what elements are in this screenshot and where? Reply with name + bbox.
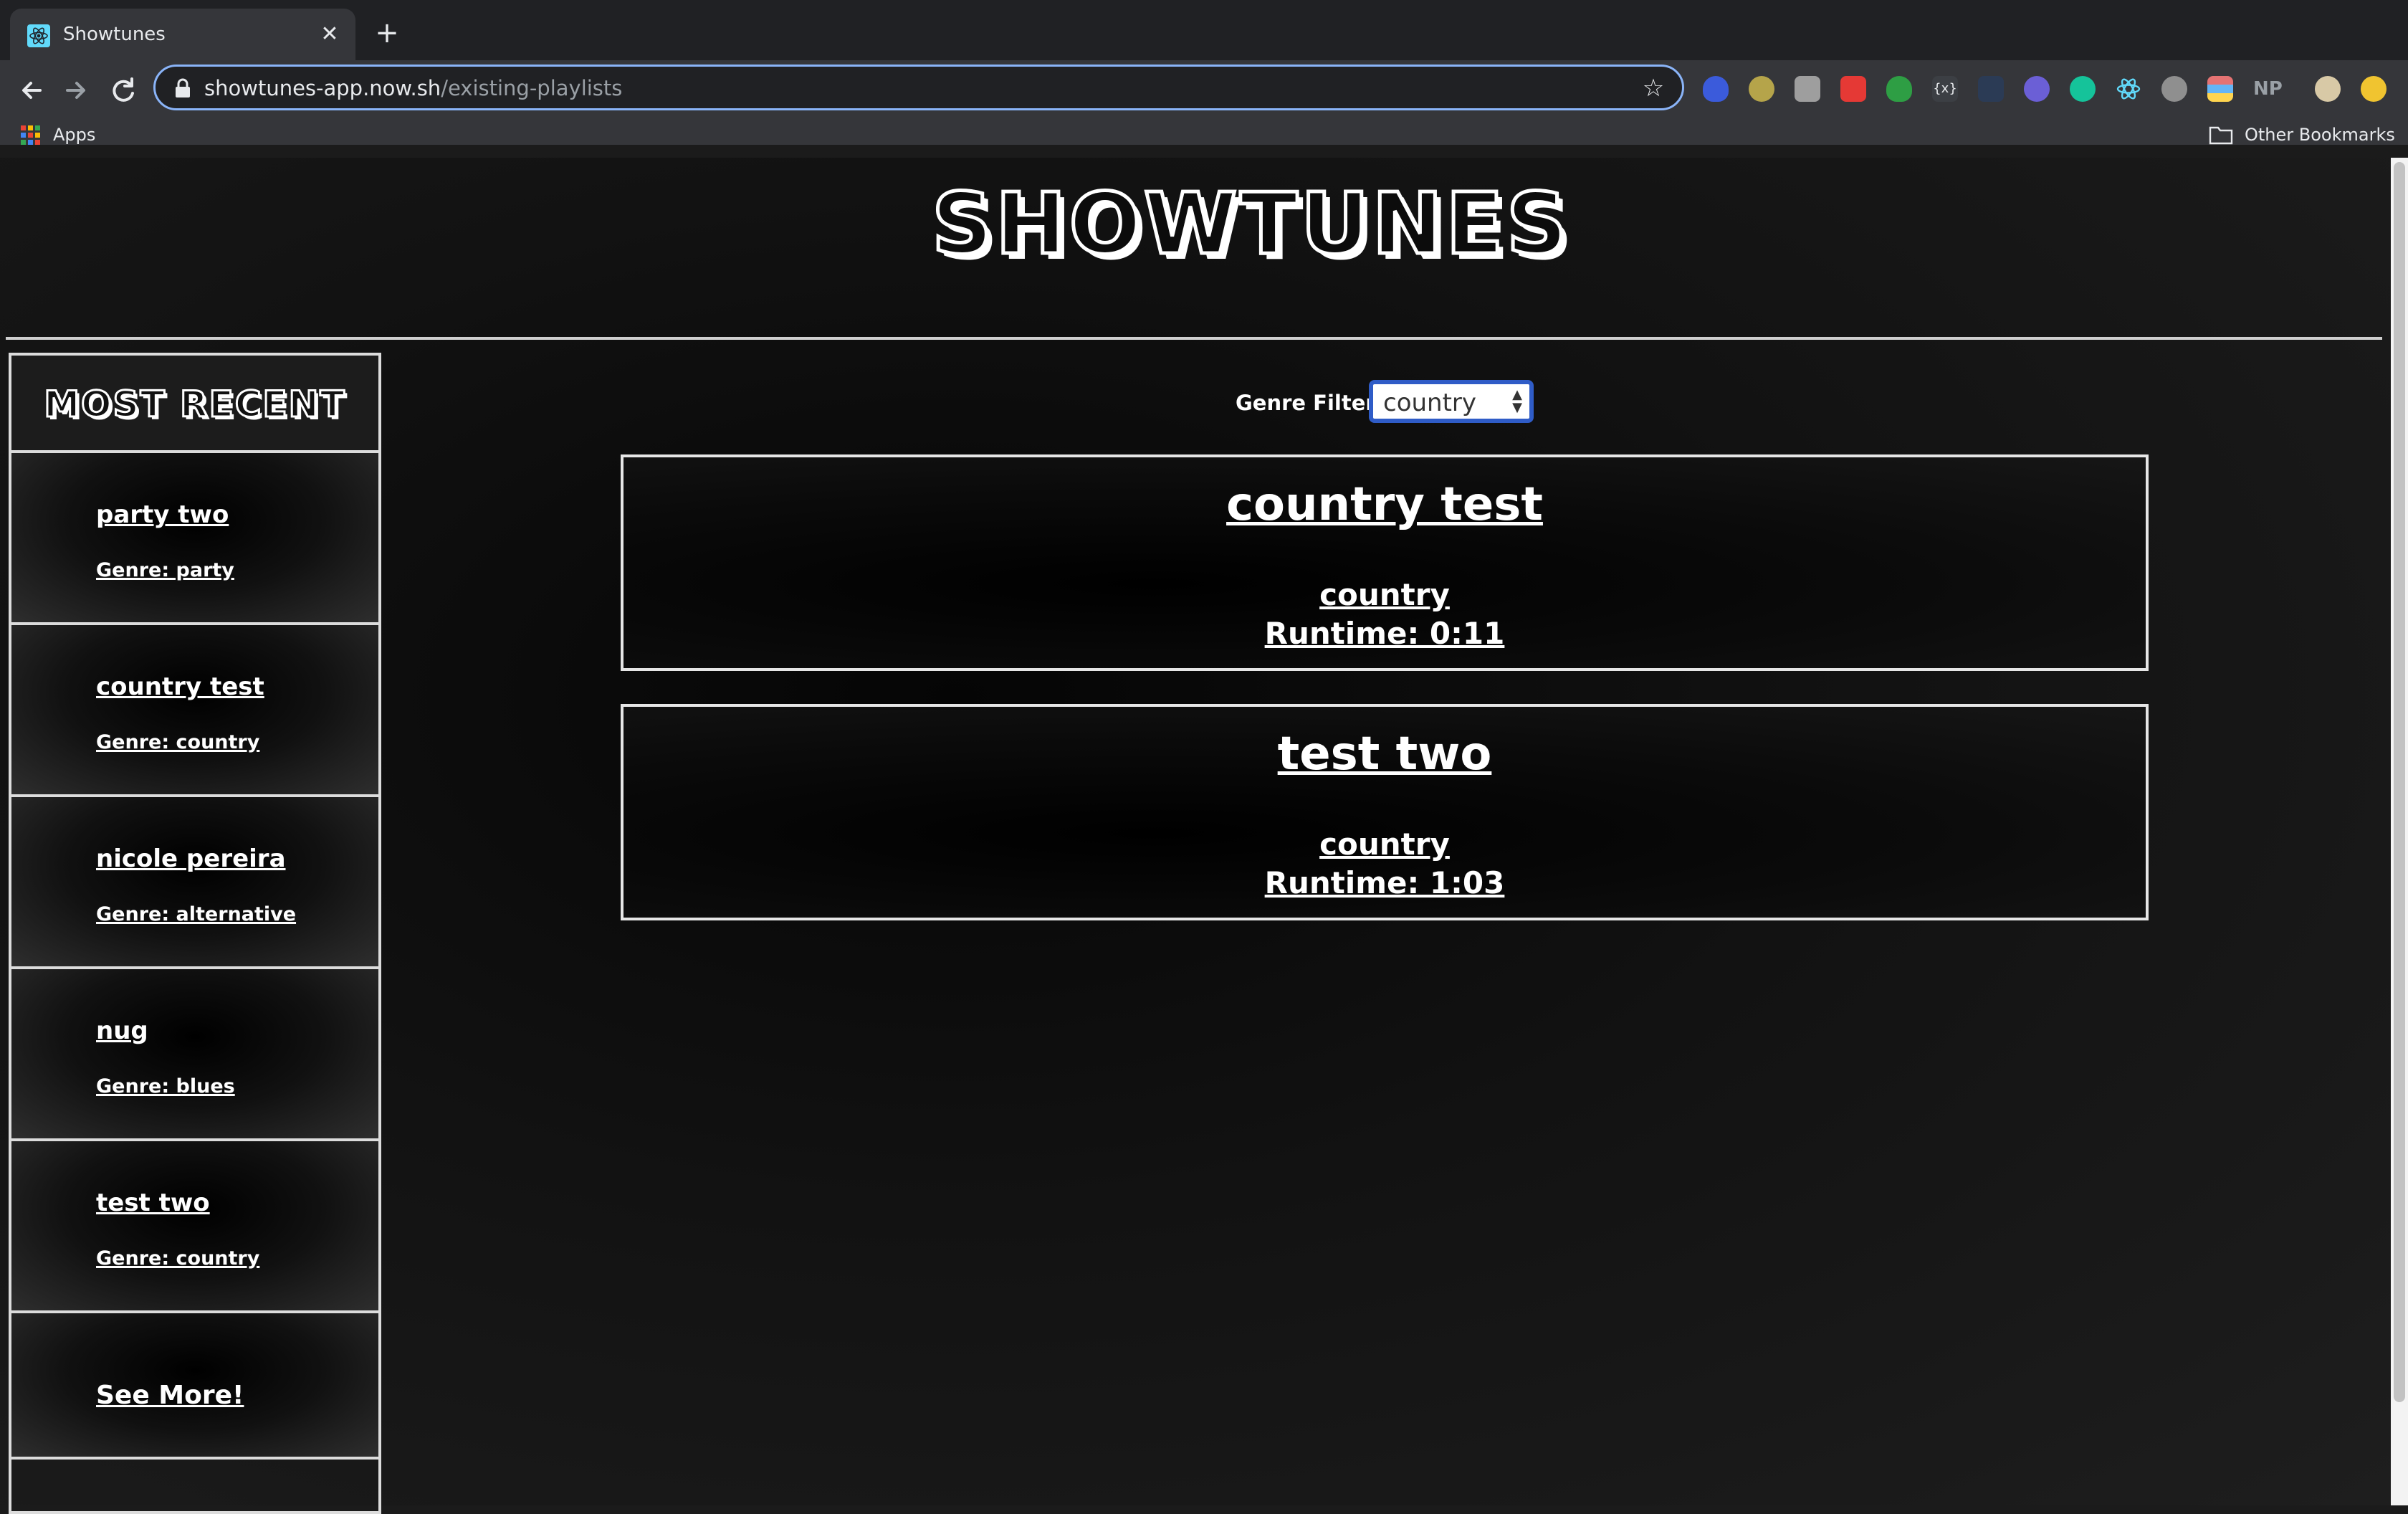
site-logo[interactable]: SHOWTUNES <box>930 173 1570 275</box>
playlist-title[interactable]: country test <box>624 476 2146 533</box>
sidebar-item[interactable]: nicole pereira Genre: alternative <box>11 797 378 969</box>
sidebar-item-genre[interactable]: Genre: country <box>96 1247 259 1270</box>
sidebar-title: MOST RECENT <box>11 356 378 453</box>
typography-ext-icon[interactable] <box>1978 76 2004 102</box>
playlist-runtime[interactable]: Runtime: 1:03 <box>624 865 2146 902</box>
page-scrollbar-thumb[interactable] <box>2394 162 2405 1402</box>
grammarly-ext-icon[interactable] <box>2070 76 2096 102</box>
url-text: showtunes-app.now.sh/existing-playlists <box>204 75 622 101</box>
sidebar-item[interactable]: party two Genre: party <box>11 453 378 625</box>
most-recent-sidebar: MOST RECENT party two Genre: party count… <box>9 353 381 1514</box>
playlist-runtime[interactable]: Runtime: 0:11 <box>624 615 2146 652</box>
puzzle-ext-icon[interactable] <box>1795 76 1820 102</box>
profile-avatar-icon[interactable] <box>2315 76 2341 102</box>
tab-title: Showtunes <box>63 24 166 45</box>
playlist-card[interactable]: test two country Runtime: 1:03 <box>621 704 2149 920</box>
pocket-ext-icon[interactable] <box>1840 76 1866 102</box>
playlist-genre[interactable]: country <box>624 826 2146 863</box>
colors-ext-icon[interactable] <box>2207 76 2233 102</box>
other-bookmarks[interactable]: Other Bookmarks <box>2245 120 2395 149</box>
tab-close-icon[interactable]: ✕ <box>315 20 344 49</box>
genre-filter-label: Genre Filter: <box>1236 391 1385 415</box>
address-bar[interactable]: showtunes-app.now.sh/existing-playlists … <box>153 65 1684 110</box>
np-ext-icon[interactable]: NP <box>2253 76 2283 102</box>
genre-filter-select[interactable]: country ▲ ▼ <box>1369 380 1534 423</box>
extension-update-icon[interactable] <box>2361 76 2386 102</box>
sidebar-item-genre[interactable]: Genre: country <box>96 731 259 753</box>
sidebar-item-genre[interactable]: Genre: alternative <box>96 903 296 925</box>
url-host: showtunes-app.now.sh <box>204 76 441 100</box>
browser-toolbar: showtunes-app.now.sh/existing-playlists … <box>0 60 2408 145</box>
ad-block-ext-icon[interactable] <box>1749 76 1774 102</box>
url-path: /existing-playlists <box>441 76 623 100</box>
folder-icon <box>2209 126 2233 145</box>
header-divider <box>6 337 2382 340</box>
back-arrow-icon[interactable] <box>10 69 53 112</box>
react-devtools-icon[interactable] <box>2116 76 2141 102</box>
apps-grid-icon[interactable] <box>20 125 42 146</box>
browser-tab[interactable]: Showtunes ✕ <box>10 9 355 60</box>
sidebar-item-name[interactable]: party two <box>96 500 229 529</box>
sidebar-item-name[interactable]: test two <box>96 1189 210 1217</box>
shield-ext-icon[interactable] <box>1703 76 1729 102</box>
check-shield-ext-icon[interactable] <box>1886 76 1912 102</box>
bookmark-apps[interactable]: Apps <box>53 120 95 149</box>
page-content: SHOWTUNES MOST RECENT party two Genre: p… <box>0 158 2391 1514</box>
sidebar-item[interactable]: nug Genre: blues <box>11 969 378 1141</box>
sidebar-item-genre[interactable]: Genre: blues <box>96 1075 235 1098</box>
see-more-item[interactable]: See More! <box>11 1313 378 1460</box>
browser-tab-strip: Showtunes ✕ + <box>0 0 2408 60</box>
bookmark-star-icon[interactable]: ☆ <box>1639 74 1668 103</box>
playlist-title[interactable]: test two <box>624 725 2146 783</box>
code-ext-icon[interactable]: {x} <box>1932 76 1958 102</box>
sidebar-item[interactable]: country test Genre: country <box>11 625 378 797</box>
sidebar-item-name[interactable]: nug <box>96 1017 148 1045</box>
playlist-card[interactable]: country test country Runtime: 0:11 <box>621 454 2149 671</box>
playlist-genre[interactable]: country <box>624 576 2146 614</box>
see-more-link[interactable]: See More! <box>96 1381 244 1410</box>
sidebar-item-genre[interactable]: Genre: party <box>96 559 234 581</box>
disable-ext-icon[interactable] <box>2024 76 2050 102</box>
genre-filter-value: country <box>1383 389 1477 417</box>
sidebar-item-name[interactable]: country test <box>96 672 264 701</box>
sidebar-item-name[interactable]: nicole pereira <box>96 844 286 873</box>
reload-icon[interactable] <box>102 69 145 112</box>
select-arrows-icon: ▲ ▼ <box>1512 387 1522 415</box>
lock-icon <box>176 78 190 97</box>
sidebar-item[interactable]: test two Genre: country <box>11 1141 378 1313</box>
speech-bubble-ext-icon[interactable] <box>2161 76 2187 102</box>
forward-arrow-icon[interactable] <box>54 69 97 112</box>
new-tab-icon[interactable]: + <box>371 17 403 49</box>
react-favicon-icon <box>27 24 50 47</box>
